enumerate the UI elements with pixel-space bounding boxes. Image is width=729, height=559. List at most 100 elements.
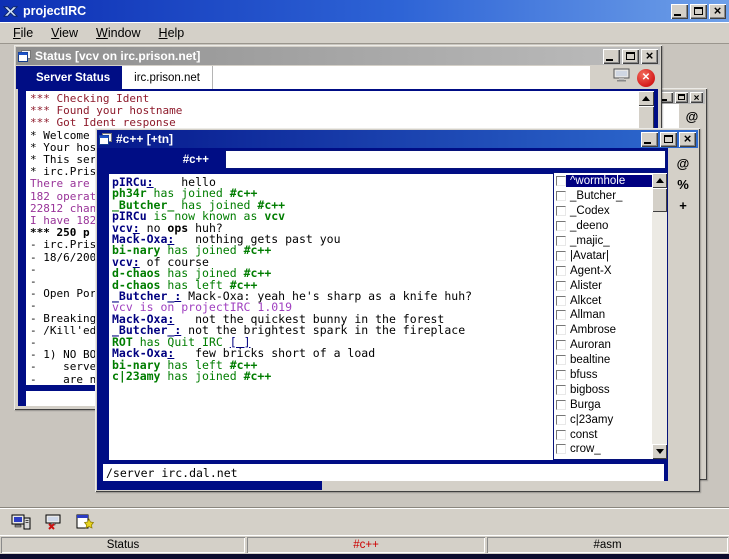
close-button[interactable] xyxy=(679,132,696,147)
channel-window-titlebar[interactable]: #c++ [+tn] xyxy=(97,130,698,148)
minimize-button[interactable] xyxy=(641,132,658,147)
nick-row[interactable]: _deeno xyxy=(554,219,652,234)
nick-name: bfuss xyxy=(566,369,652,381)
disconnect-icon[interactable] xyxy=(41,511,65,533)
nick-row[interactable]: Alister xyxy=(554,278,652,293)
nick-name: |Avatar| xyxy=(566,250,652,262)
nick-row[interactable]: _Codex xyxy=(554,204,652,219)
main-titlebar[interactable]: projectIRC xyxy=(0,0,729,22)
chat-span: has joined xyxy=(160,369,243,383)
nick-row[interactable]: Auroran xyxy=(554,338,652,353)
nick-checkbox[interactable] xyxy=(556,221,566,231)
nick-name: Agent-X xyxy=(566,265,652,277)
scroll-track[interactable] xyxy=(652,188,667,444)
nick-checkbox[interactable] xyxy=(556,296,566,306)
nick-checkbox[interactable] xyxy=(556,370,566,380)
nick-row[interactable]: crow_ xyxy=(554,442,652,457)
window-bottom-filler xyxy=(322,481,668,490)
op-mode-button[interactable]: @ xyxy=(677,157,690,171)
nick-checkbox[interactable] xyxy=(556,191,566,201)
channel-window-icon xyxy=(99,133,112,145)
close-icon xyxy=(684,130,692,148)
scroll-up-button[interactable] xyxy=(638,91,654,106)
nick-name: const xyxy=(566,429,652,441)
halfop-mode-button[interactable]: % xyxy=(677,178,689,192)
nick-checkbox[interactable] xyxy=(556,281,566,291)
tab-server-status[interactable]: Server Status xyxy=(24,66,122,89)
nick-row[interactable]: ^wormhole xyxy=(554,174,652,189)
nick-checkbox[interactable] xyxy=(556,206,566,216)
maximize-button[interactable] xyxy=(622,49,639,64)
nick-checkbox[interactable] xyxy=(556,266,566,276)
settings-icon[interactable] xyxy=(73,511,97,533)
status-window-icon xyxy=(18,50,31,62)
nick-checkbox[interactable] xyxy=(556,400,566,410)
menu-view[interactable]: View xyxy=(42,24,87,42)
status-window-title: Status [vcv on irc.prison.net] xyxy=(35,49,200,63)
channel-window-title: #c++ [+tn] xyxy=(116,132,173,146)
nick-checkbox[interactable] xyxy=(556,415,566,425)
nick-row[interactable]: bigboss xyxy=(554,382,652,397)
close-button[interactable] xyxy=(709,4,726,19)
nick-checkbox[interactable] xyxy=(556,430,566,440)
statusbar-panel-status[interactable]: Status xyxy=(1,537,245,553)
nick-checkbox[interactable] xyxy=(556,310,566,320)
nick-list: ^wormhole_Butcher__Codex_deeno_majic_|Av… xyxy=(554,173,652,459)
nick-row[interactable]: const xyxy=(554,427,652,442)
nick-name: Alkcet xyxy=(566,295,652,307)
tab-c-plus-plus[interactable]: #c++ xyxy=(97,148,219,171)
nick-row[interactable]: bfuss xyxy=(554,368,652,383)
message-input[interactable] xyxy=(103,464,664,481)
nick-row[interactable]: Agent-X xyxy=(554,263,652,278)
minimize-button[interactable] xyxy=(671,4,688,19)
nick-checkbox[interactable] xyxy=(556,340,566,350)
close-button[interactable] xyxy=(641,49,658,64)
nick-row[interactable]: _Butcher_ xyxy=(554,189,652,204)
minimize-icon xyxy=(644,142,651,144)
nick-checkbox[interactable] xyxy=(556,385,566,395)
statusbar-panel-cpp[interactable]: #c++ xyxy=(247,537,485,553)
maximize-button[interactable] xyxy=(690,4,707,19)
nick-row[interactable]: _majic_ xyxy=(554,234,652,249)
chat-span: #c++ xyxy=(244,369,272,383)
minimize-button[interactable] xyxy=(603,49,620,64)
scroll-thumb[interactable] xyxy=(652,188,667,212)
chat-span: #c++ xyxy=(244,243,272,257)
maximize-icon xyxy=(626,52,635,60)
maximize-button[interactable] xyxy=(675,92,688,103)
statusbar-panel-asm[interactable]: #asm xyxy=(487,537,728,553)
nick-checkbox[interactable] xyxy=(556,444,566,454)
nick-row[interactable]: |Avatar| xyxy=(554,248,652,263)
menu-help[interactable]: Help xyxy=(150,24,194,42)
nick-checkbox[interactable] xyxy=(556,251,566,261)
monitor-icon[interactable] xyxy=(613,68,632,88)
maximize-button[interactable] xyxy=(660,132,677,147)
menu-file[interactable]: File xyxy=(4,24,42,42)
app-logo-icon xyxy=(3,4,18,19)
nick-row[interactable]: Allman xyxy=(554,308,652,323)
scroll-thumb[interactable] xyxy=(638,106,654,130)
voice-mode-button[interactable]: + xyxy=(679,199,687,213)
scroll-up-button[interactable] xyxy=(652,173,667,188)
tab-strip-blank xyxy=(225,150,666,169)
nick-checkbox[interactable] xyxy=(556,176,566,186)
nick-row[interactable]: Ambrose xyxy=(554,323,652,338)
maximize-icon xyxy=(664,135,673,143)
disconnect-button[interactable] xyxy=(637,69,655,87)
nick-row[interactable]: Alkcet xyxy=(554,293,652,308)
computer-icon[interactable] xyxy=(9,511,33,533)
close-icon xyxy=(646,47,654,65)
app-title: projectIRC xyxy=(23,4,86,18)
nick-row[interactable]: c|23amy xyxy=(554,412,652,427)
nick-checkbox[interactable] xyxy=(556,236,566,246)
nick-checkbox[interactable] xyxy=(556,325,566,335)
scroll-down-button[interactable] xyxy=(652,444,667,459)
nick-row[interactable]: Burga xyxy=(554,397,652,412)
close-button[interactable] xyxy=(690,92,703,103)
tab-irc-prison-net[interactable]: irc.prison.net xyxy=(122,66,213,89)
nicklist-scrollbar[interactable] xyxy=(652,173,667,459)
nick-row[interactable]: bealtine xyxy=(554,353,652,368)
menu-window[interactable]: Window xyxy=(87,24,149,42)
nick-checkbox[interactable] xyxy=(556,355,566,365)
status-window-titlebar[interactable]: Status [vcv on irc.prison.net] xyxy=(16,47,660,65)
